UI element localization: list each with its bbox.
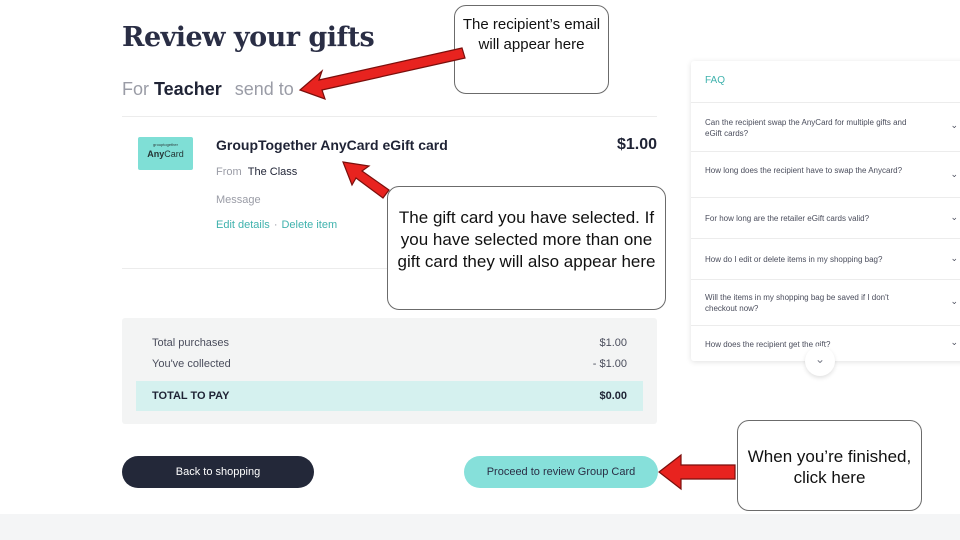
faq-question: Will the items in my shopping bag be sav… <box>705 293 889 313</box>
order-summary: Total purchases $1.00 You've collected -… <box>122 318 657 424</box>
faq-item[interactable]: Will the items in my shopping bag be sav… <box>691 279 960 325</box>
gift-card-thumbnail: grouptogether AnyCard <box>138 137 193 170</box>
footer-band <box>0 514 960 540</box>
chevron-down-icon: ⌄ <box>950 296 958 306</box>
gift-actions: Edit details · Delete item <box>216 219 337 231</box>
from-label: From <box>216 166 242 178</box>
thumbnail-brand-regular: Card <box>164 149 184 159</box>
faq-item[interactable]: How long does the recipient have to swap… <box>691 151 960 197</box>
callout-email: The recipient’s email will appear here <box>454 5 609 94</box>
red-arrow-icon <box>298 47 466 100</box>
from-name: The Class <box>247 166 298 178</box>
faq-question: For how long are the retailer eGift card… <box>705 214 870 223</box>
faq-panel: FAQ Can the recipient swap the AnyCard f… <box>691 61 960 361</box>
total-to-pay-value: $0.00 <box>599 390 627 402</box>
total-purchases-row: Total purchases $1.00 <box>152 337 627 349</box>
recipient-name: Teacher <box>154 79 222 99</box>
page-title: Review your gifts <box>122 22 375 53</box>
send-to-label: send to <box>234 79 294 99</box>
total-to-pay-label: TOTAL TO PAY <box>152 390 230 402</box>
total-purchases-value: $1.00 <box>599 337 627 349</box>
callout-finish: When you’re finished, click here <box>737 420 922 511</box>
gift-from: From The Class <box>216 166 297 178</box>
red-arrow-icon <box>658 453 736 491</box>
total-purchases-label: Total purchases <box>152 337 230 349</box>
chevron-down-icon: ⌄ <box>950 169 958 179</box>
thumbnail-brand-bold: Any <box>147 149 165 159</box>
chevron-down-icon: ⌄ <box>950 253 958 263</box>
faq-question: How long does the recipient have to swap… <box>705 166 903 175</box>
collected-row: You've collected - $1.00 <box>152 358 627 370</box>
gift-message-label: Message <box>216 194 261 206</box>
delete-item-link[interactable]: Delete item <box>281 219 337 231</box>
faq-question: Can the recipient swap the AnyCard for m… <box>705 118 907 138</box>
faq-item[interactable]: For how long are the retailer eGift card… <box>691 197 960 238</box>
collected-label: You've collected <box>152 358 231 370</box>
thumbnail-brand: AnyCard <box>138 149 193 159</box>
chevron-down-icon: ⌄ <box>814 352 826 366</box>
gift-price: $1.00 <box>616 136 657 153</box>
chevron-down-icon: ⌄ <box>950 120 958 130</box>
chevron-down-icon: ⌄ <box>950 212 958 222</box>
faq-question: How do I edit or delete items in my shop… <box>705 255 883 264</box>
back-to-shopping-button[interactable]: Back to shopping <box>122 456 314 488</box>
faq-item[interactable]: Can the recipient swap the AnyCard for m… <box>691 102 960 151</box>
proceed-to-review-button[interactable]: Proceed to review Group Card <box>464 456 658 488</box>
collected-value: - $1.00 <box>592 358 627 370</box>
gift-name: GroupTogether AnyCard eGift card <box>216 137 448 153</box>
faq-item[interactable]: How do I edit or delete items in my shop… <box>691 238 960 279</box>
chevron-down-icon: ⌄ <box>950 337 958 347</box>
thumbnail-tagline: grouptogether <box>153 142 178 147</box>
total-to-pay-row: TOTAL TO PAY $0.00 <box>136 381 643 411</box>
callout-gift-card: The gift card you have selected. If you … <box>387 186 666 310</box>
action-separator: · <box>273 219 278 231</box>
recipient-line: For Teacher send to <box>122 79 294 100</box>
edit-details-link[interactable]: Edit details <box>216 219 270 231</box>
for-label: For <box>122 79 149 99</box>
faq-title: FAQ <box>705 75 726 86</box>
faq-show-more-button[interactable]: ⌄ <box>805 346 835 376</box>
